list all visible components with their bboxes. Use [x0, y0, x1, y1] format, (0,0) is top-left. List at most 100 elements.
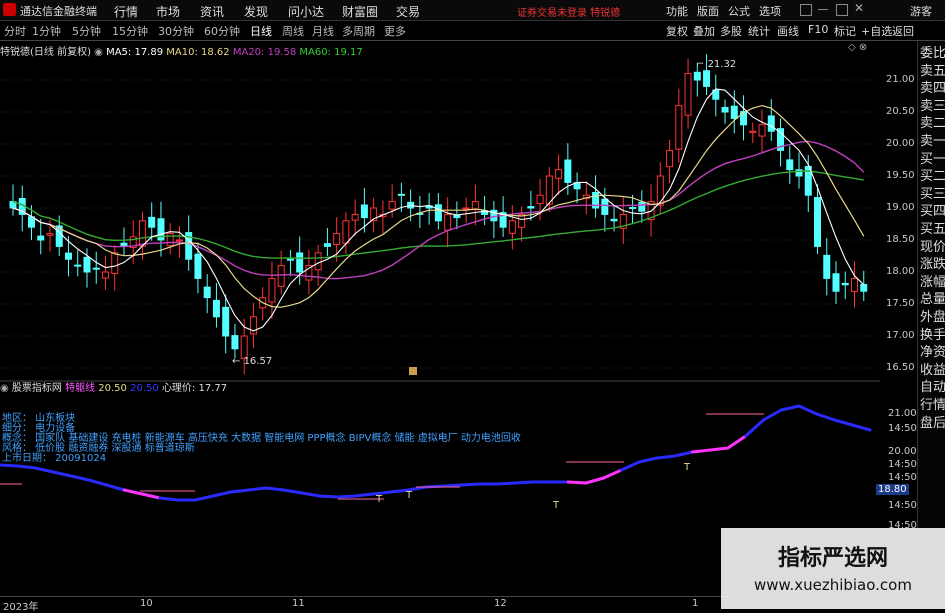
indicator-segment [0, 463, 20, 468]
maximize-icon[interactable] [836, 4, 848, 16]
expand-handle-icon[interactable] [409, 367, 417, 375]
period-monthly[interactable]: 月线 [312, 23, 334, 39]
indicator-segment [442, 483, 464, 488]
current-value-badge: 18.80 [876, 484, 909, 495]
quote-label: 买三 [920, 186, 945, 202]
candle-body [767, 115, 775, 132]
candle-body [203, 286, 211, 299]
candlesticks [9, 54, 868, 375]
quote-label: 卖二 [920, 116, 945, 132]
period-15min[interactable]: 15分钟 [112, 23, 148, 39]
candle-body [758, 124, 766, 137]
period-multi[interactable]: 多周期 [342, 23, 375, 39]
indicator-segment [726, 434, 748, 450]
indicator-segment [690, 448, 712, 454]
y-tick: 18.00 [886, 266, 915, 277]
button-fanhui[interactable]: 返回 [892, 23, 914, 39]
minimize-icon[interactable] [818, 9, 828, 10]
indicator-segment [832, 418, 854, 427]
button-f10[interactable]: F10 [808, 23, 828, 36]
candle-body [610, 218, 618, 222]
candle-body [629, 206, 637, 209]
button-duogu[interactable]: 多股 [720, 23, 742, 39]
indicator-segment [460, 482, 481, 487]
y-tick: 20.50 [886, 106, 915, 117]
quote-label: 买二 [920, 169, 945, 185]
candle-body [444, 213, 452, 231]
menu-faxian[interactable]: 发现 [244, 3, 268, 20]
login-notice[interactable]: 证券交易未登录 特锐德 [517, 4, 620, 19]
menu-xuanxiang[interactable]: 选项 [759, 3, 781, 19]
indicator-segment [51, 470, 73, 478]
quote-panel: 委比 卖五 卖四 卖三 卖二 卖一 买一 买二 买三 买四 买五 现价 涨跌 涨幅 总量 外盘 换手 净资 收益 自动… [917, 41, 945, 609]
app-name: 通达信金融终端 [20, 5, 97, 18]
candle-body [37, 235, 45, 241]
button-zixuan[interactable]: +自选 [861, 23, 892, 39]
restore-icon[interactable] [800, 4, 812, 16]
indicator-segment [513, 480, 535, 485]
candle-body [138, 220, 146, 247]
candle-body [656, 175, 664, 206]
kline-chart[interactable] [0, 41, 917, 596]
indicator-segment [16, 464, 38, 470]
button-biaoji[interactable]: 标记 [834, 23, 856, 39]
button-tongji[interactable]: 统计 [748, 23, 770, 39]
period-daily[interactable]: 日线 [250, 23, 272, 39]
candle-body [83, 256, 91, 273]
menu-zixun[interactable]: 资讯 [200, 3, 224, 20]
menu-shichang[interactable]: 市场 [156, 3, 180, 20]
indicator-segment [708, 446, 730, 452]
quote-label: 总量 [920, 292, 945, 308]
t-marker: T [553, 500, 560, 511]
y-tick: 19.50 [886, 170, 915, 181]
menu-gongshi[interactable]: 公式 [728, 3, 750, 19]
button-huaxian[interactable]: 画线 [777, 23, 799, 39]
quote-label: 委比 [920, 46, 945, 61]
period-5min[interactable]: 5分钟 [72, 23, 101, 39]
x-tick: 12 [494, 598, 507, 609]
candle-body [351, 213, 359, 221]
quote-label: 现价 [920, 239, 945, 255]
period-60min[interactable]: 60分钟 [204, 23, 240, 39]
indicator-name: 特躯线 [65, 383, 96, 394]
indicator-source[interactable]: 股票指标网 [12, 383, 62, 394]
indicator-segment [158, 496, 180, 502]
button-fuquan[interactable]: 复权 [666, 23, 688, 39]
indicator-segment [140, 492, 162, 500]
period-1min[interactable]: 1分钟 [32, 23, 61, 39]
button-diejia[interactable]: 叠加 [693, 23, 715, 39]
candle-body [314, 252, 322, 271]
period-more[interactable]: 更多 [384, 23, 406, 39]
indicator-settings-icon[interactable]: ◉ [0, 383, 12, 394]
period-weekly[interactable]: 周线 [282, 23, 304, 39]
account-label[interactable]: 游客 [910, 3, 932, 19]
indicator-segment [300, 491, 322, 498]
period-30min[interactable]: 30分钟 [158, 23, 194, 39]
x-tick: 11 [292, 598, 305, 609]
candle-body [860, 283, 868, 292]
candle-body [286, 258, 294, 261]
menu-jiaoyi[interactable]: 交易 [396, 3, 420, 20]
indicator-segment [34, 466, 55, 474]
quote-label: 外盘 [920, 310, 945, 325]
quote-label: 卖三 [920, 98, 945, 114]
menu-gongneng[interactable]: 功能 [666, 3, 688, 19]
candle-body [240, 335, 248, 359]
indicator-segment [211, 490, 233, 498]
menu-wenxiaoda[interactable]: 问小达 [288, 3, 324, 20]
menu-hangqing[interactable]: 行情 [114, 3, 138, 20]
period-fenshi[interactable]: 分时 [4, 23, 26, 39]
candle-body [296, 252, 304, 273]
close-icon[interactable]: ✕ [854, 1, 864, 15]
indicator-legend: ◉ 股票指标网 特躯线 20.50 20.50 心理价: 17.77 [0, 379, 227, 394]
candle-body [814, 197, 822, 247]
menu-banmian[interactable]: 版面 [697, 3, 719, 19]
candle-body [397, 193, 405, 196]
indicator-segment [264, 486, 286, 492]
candle-body [222, 306, 230, 337]
title-bar: 通达信金融终端 行情 市场 资讯 发现 问小达 财富圈 交易 证券交易未登录 特… [0, 0, 945, 21]
chart-grid [0, 79, 880, 369]
quote-label: 买四 [920, 204, 945, 220]
candle-body [277, 265, 285, 287]
menu-caifuquan[interactable]: 财富圈 [342, 3, 378, 20]
